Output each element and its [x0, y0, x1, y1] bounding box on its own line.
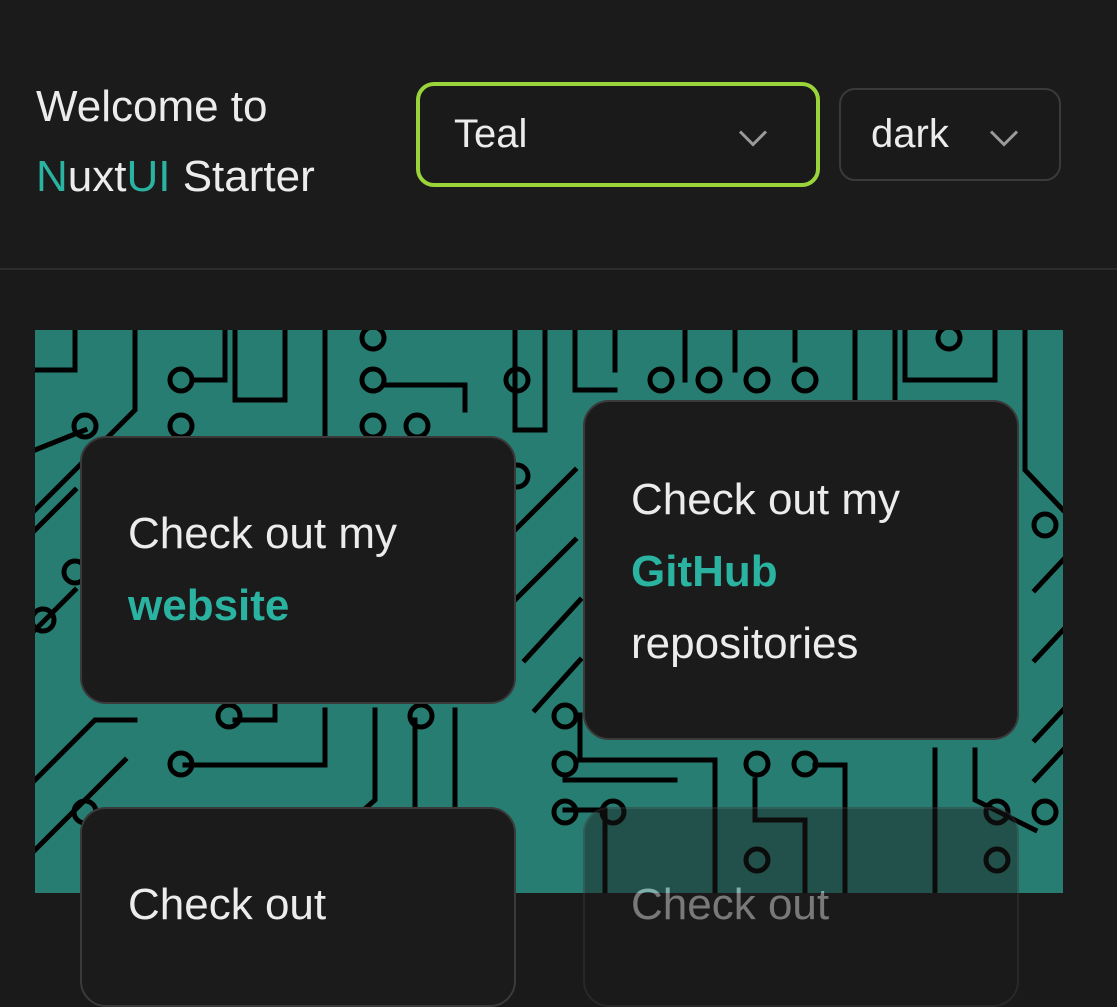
brand-uxt: uxt: [67, 152, 127, 201]
brand-n: N: [36, 152, 68, 201]
color-select[interactable]: Teal: [416, 82, 820, 187]
brand-ui: UI: [126, 152, 171, 201]
color-select-value: Teal: [454, 112, 528, 156]
brand-starter: Starter: [170, 152, 315, 201]
card-suffix: repositories: [631, 619, 859, 668]
card-text: Check out my: [128, 509, 397, 558]
github-link[interactable]: GitHub: [631, 536, 971, 608]
theme-mode-value: dark: [871, 112, 949, 156]
card-text: Check out my: [631, 475, 900, 524]
website-link[interactable]: website: [128, 570, 468, 642]
chevron-down-icon: [738, 112, 768, 157]
chevron-down-icon: [989, 112, 1019, 157]
app-header: Welcome to NuxtUI Starter Teal dark: [0, 0, 1117, 270]
welcome-title: Welcome to NuxtUI Starter: [36, 72, 315, 212]
card-text: Check out: [631, 880, 830, 929]
card-4[interactable]: Check out: [583, 807, 1019, 1007]
website-card[interactable]: Check out my website: [80, 436, 516, 704]
theme-mode-select[interactable]: dark: [839, 88, 1061, 181]
card-text: Check out: [128, 880, 327, 929]
github-card[interactable]: Check out my GitHub repositories: [583, 400, 1019, 740]
welcome-text: Welcome to: [36, 82, 268, 131]
card-3[interactable]: Check out: [80, 807, 516, 1007]
